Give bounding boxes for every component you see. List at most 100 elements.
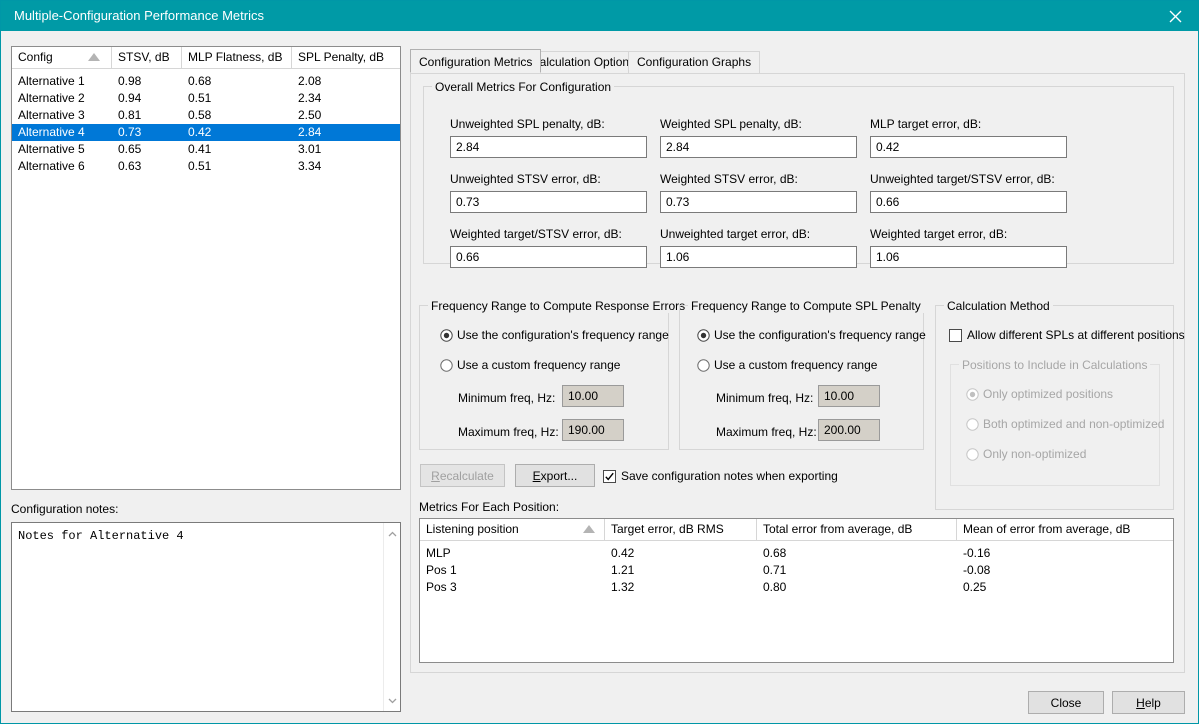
radio-unselected-icon — [697, 359, 710, 375]
column-header-listening-position[interactable]: Listening position — [420, 519, 605, 540]
positions-table[interactable]: Listening position Target error, dB RMS … — [419, 518, 1174, 663]
export-mnemonic: E — [532, 468, 541, 483]
cell-mean-error: -0.08 — [963, 563, 991, 577]
cell-mean-error: 0.25 — [963, 580, 987, 594]
cell-spl-penalty: 2.84 — [298, 125, 322, 139]
table-row[interactable]: Alternative 3 0.81 0.58 2.50 — [12, 107, 400, 124]
response-max-freq-label: Maximum freq, Hz: — [458, 425, 559, 439]
close-icon[interactable] — [1152, 1, 1198, 31]
column-header-mean-of-error-from-average[interactable]: Mean of error from average, dB — [957, 519, 1173, 540]
notes-scrollbar[interactable] — [383, 523, 400, 711]
column-header-target-error[interactable]: Target error, dB RMS — [605, 519, 757, 540]
config-list[interactable]: Config STSV, dB MLP Flatness, dB SPL Pen… — [11, 46, 401, 490]
cell-total-error: 0.71 — [763, 563, 787, 577]
table-row[interactable]: Pos 1 1.21 0.71 -0.08 — [420, 562, 1173, 579]
field-label-mlp-target-error: MLP target error, dB: — [870, 117, 982, 131]
cell-mlp-flatness: 0.51 — [188, 91, 212, 105]
field-weighted-target-error[interactable]: 1.06 — [870, 246, 1067, 268]
table-row[interactable]: Pos 3 1.32 0.80 0.25 — [420, 579, 1173, 596]
table-row[interactable]: Alternative 2 0.94 0.51 2.34 — [12, 90, 400, 107]
chevron-down-icon[interactable] — [384, 692, 400, 709]
help-mnemonic: H — [1136, 695, 1145, 710]
field-label-unweighted-target-error: Unweighted target error, dB: — [660, 227, 811, 241]
cell-config: Alternative 4 — [18, 125, 85, 139]
radio-selected-disabled-icon — [966, 388, 979, 404]
cell-config: Alternative 6 — [18, 159, 85, 173]
cell-position: Pos 1 — [426, 563, 457, 577]
recalculate-button[interactable]: Recalculate — [420, 464, 505, 487]
chevron-up-icon[interactable] — [384, 525, 400, 542]
cell-spl-penalty: 2.34 — [298, 91, 322, 105]
checkbox-label: Allow different SPLs at different positi… — [967, 328, 1185, 342]
calculation-method-title: Calculation Method — [944, 299, 1053, 313]
cell-stsv: 0.94 — [118, 91, 142, 105]
field-unweighted-target-stsv-error[interactable]: 0.66 — [870, 191, 1067, 213]
recalculate-mnemonic: R — [431, 468, 440, 483]
positions-table-body: MLP 0.42 0.68 -0.16 Pos 1 1.21 0.71 -0.0… — [420, 541, 1173, 596]
table-row[interactable]: MLP 0.42 0.68 -0.16 — [420, 545, 1173, 562]
table-row[interactable]: Alternative 6 0.63 0.51 3.34 — [12, 158, 400, 175]
table-row[interactable]: Alternative 1 0.98 0.68 2.08 — [12, 73, 400, 90]
cell-mlp-flatness: 0.51 — [188, 159, 212, 173]
field-weighted-stsv-error[interactable]: 0.73 — [660, 191, 857, 213]
sort-ascending-icon — [583, 525, 595, 533]
field-label-weighted-spl-penalty: Weighted SPL penalty, dB: — [660, 117, 802, 131]
notes-value: Notes for Alternative 4 — [18, 529, 184, 543]
spl-penalty-frequency-group: Frequency Range to Compute SPL Penalty U… — [679, 299, 926, 450]
spl-max-freq-input[interactable]: 200.00 — [818, 419, 880, 441]
cell-position: MLP — [426, 546, 451, 560]
cell-target-error: 0.42 — [611, 546, 635, 560]
cell-spl-penalty: 3.34 — [298, 159, 322, 173]
cell-stsv: 0.98 — [118, 74, 142, 88]
help-button[interactable]: Help — [1112, 691, 1185, 714]
table-row-selected[interactable]: Alternative 4 0.73 0.42 2.84 — [12, 124, 400, 141]
window-title: Multiple-Configuration Performance Metri… — [14, 8, 264, 23]
cell-mlp-flatness: 0.41 — [188, 142, 212, 156]
cell-target-error: 1.32 — [611, 580, 635, 594]
close-button[interactable]: Close — [1028, 691, 1104, 714]
field-label-unweighted-stsv-error: Unweighted STSV error, dB: — [450, 172, 601, 186]
field-mlp-target-error[interactable]: 0.42 — [870, 136, 1067, 158]
dialog-window: Multiple-Configuration Performance Metri… — [0, 0, 1199, 724]
export-button[interactable]: Export... — [515, 464, 595, 487]
notes-label: Configuration notes: — [11, 502, 119, 516]
cell-spl-penalty: 2.08 — [298, 74, 322, 88]
configuration-notes-textarea[interactable]: Notes for Alternative 4 — [11, 522, 401, 712]
spl-min-freq-input[interactable]: 10.00 — [818, 385, 880, 407]
tab-configuration-graphs[interactable]: Configuration Graphs — [628, 51, 761, 73]
column-header-stsv[interactable]: STSV, dB — [112, 47, 182, 68]
positions-group-title: Positions to Include in Calculations — [959, 358, 1151, 372]
config-list-header: Config STSV, dB MLP Flatness, dB SPL Pen… — [12, 47, 400, 69]
response-min-freq-input[interactable]: 10.00 — [562, 385, 624, 407]
positions-table-header: Listening position Target error, dB RMS … — [420, 519, 1173, 541]
title-bar: Multiple-Configuration Performance Metri… — [1, 1, 1198, 31]
field-unweighted-target-error[interactable]: 1.06 — [660, 246, 857, 268]
cell-config: Alternative 1 — [18, 74, 85, 88]
cell-stsv: 0.73 — [118, 125, 142, 139]
field-label-weighted-target-stsv-error: Weighted target/STSV error, dB: — [450, 227, 622, 241]
column-header-spl-penalty[interactable]: SPL Penalty, dB — [292, 47, 400, 68]
cell-mlp-flatness: 0.58 — [188, 108, 212, 122]
radio-selected-icon — [440, 329, 453, 345]
config-list-body: Alternative 1 0.98 0.68 2.08 Alternative… — [12, 69, 400, 175]
radio-selected-icon — [697, 329, 710, 345]
field-unweighted-stsv-error[interactable]: 0.73 — [450, 191, 647, 213]
cell-stsv: 0.63 — [118, 159, 142, 173]
field-unweighted-spl-penalty[interactable]: 2.84 — [450, 136, 647, 158]
column-header-mlp-flatness[interactable]: MLP Flatness, dB — [182, 47, 292, 68]
tab-configuration-metrics[interactable]: Configuration Metrics — [410, 49, 542, 73]
positions-to-include-group: Positions to Include in Calculations Onl… — [950, 358, 1164, 486]
cell-stsv: 0.65 — [118, 142, 142, 156]
column-header-total-error-from-average[interactable]: Total error from average, dB — [757, 519, 957, 540]
field-weighted-target-stsv-error[interactable]: 0.66 — [450, 246, 647, 268]
radio-label: Only non-optimized — [983, 447, 1087, 461]
field-weighted-spl-penalty[interactable]: 2.84 — [660, 136, 857, 158]
radio-unselected-icon — [440, 359, 453, 375]
table-row[interactable]: Alternative 5 0.65 0.41 3.01 — [12, 141, 400, 158]
cell-spl-penalty: 3.01 — [298, 142, 322, 156]
response-max-freq-input[interactable]: 190.00 — [562, 419, 624, 441]
spl-penalty-group-title: Frequency Range to Compute SPL Penalty — [688, 299, 924, 313]
export-label-rest: xport... — [540, 468, 578, 483]
checkbox-unchecked-icon — [949, 329, 962, 345]
help-label-rest: elp — [1144, 695, 1161, 710]
